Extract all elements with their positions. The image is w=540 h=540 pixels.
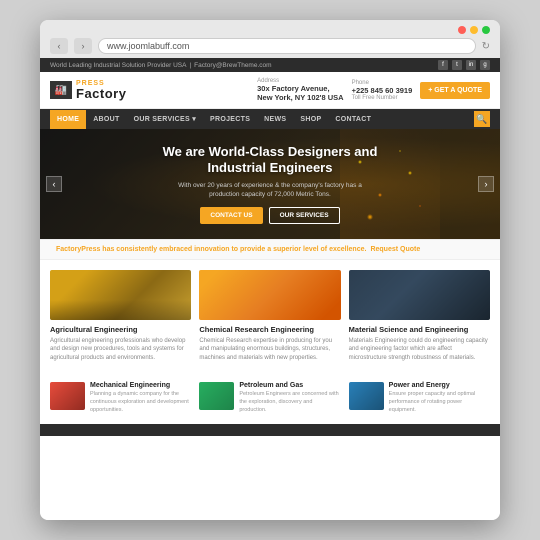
address-bar[interactable]: www.joomlabuff.com <box>98 38 476 54</box>
nav-item-contact[interactable]: CONTACT <box>328 110 378 129</box>
contact-us-button[interactable]: CONTACT US <box>200 207 262 224</box>
top-bar: World Leading Industrial Solution Provid… <box>40 58 500 72</box>
hero-subtitle: With over 20 years of experience & the c… <box>163 181 378 199</box>
mechanical-image <box>50 382 85 410</box>
service-card-chemical: Chemical Research Engineering Chemical R… <box>199 270 340 362</box>
mechanical-title: Mechanical Engineering <box>90 382 191 389</box>
hero-title: We are World-Class Designers andIndustri… <box>163 144 378 175</box>
topbar-separator: | <box>189 62 191 69</box>
back-button[interactable]: ‹ <box>50 38 68 54</box>
agricultural-image <box>50 270 191 320</box>
topbar-right: f t in g <box>438 60 490 70</box>
site-header: 🏭 Press Factory Address 30x Factory Aven… <box>40 72 500 109</box>
forward-button[interactable]: › <box>74 38 92 54</box>
info-bar-text: FactoryPress has consistently embraced i… <box>56 246 366 253</box>
hero-next-button[interactable]: › <box>478 176 494 192</box>
googleplus-icon[interactable]: g <box>480 60 490 70</box>
power-desc: Ensure proper capacity and optimal perfo… <box>389 391 490 414</box>
service-card-agricultural: Agricultural Engineering Agricultural en… <box>50 270 191 362</box>
logo-factory: Factory <box>76 87 126 100</box>
tollfree-label: Toll Free Number <box>352 95 398 101</box>
petroleum-desc: Petroleum Engineers are concerned with t… <box>239 391 340 414</box>
address-contact: Address 30x Factory Avenue, New York, NY… <box>257 78 343 102</box>
service-power: Power and Energy Ensure proper capacity … <box>349 382 490 414</box>
topbar-left: World Leading Industrial Solution Provid… <box>50 62 272 69</box>
agricultural-title: Agricultural Engineering <box>50 325 191 334</box>
site-navigation: HOME ABOUT OUR SERVICES ▾ PROJECTS NEWS … <box>40 109 500 129</box>
browser-window: ‹ › www.joomlabuff.com ↻ World Leading I… <box>40 20 500 520</box>
petroleum-title: Petroleum and Gas <box>239 382 340 389</box>
our-services-button[interactable]: OUR SERVICES <box>269 207 340 224</box>
footer-bar <box>40 424 500 436</box>
header-contact: Address 30x Factory Avenue, New York, NY… <box>257 78 490 102</box>
services-section: Agricultural Engineering Agricultural en… <box>40 260 500 382</box>
material-image <box>349 270 490 320</box>
service-mechanical: Mechanical Engineering Planning a dynami… <box>50 382 191 414</box>
chemical-image <box>199 270 340 320</box>
agricultural-desc: Agricultural engineering professionals w… <box>50 337 191 362</box>
hero-content: We are World-Class Designers andIndustri… <box>143 144 398 223</box>
power-image <box>349 382 384 410</box>
nav-item-home[interactable]: HOME <box>50 110 86 129</box>
logo-icon-symbol: 🏭 <box>55 85 67 96</box>
search-icon[interactable]: 🔍 <box>474 111 490 127</box>
website-content: World Leading Industrial Solution Provid… <box>40 58 500 520</box>
dot-yellow[interactable] <box>470 26 478 34</box>
logo-area: 🏭 Press Factory <box>50 80 126 100</box>
petroleum-text: Petroleum and Gas Petroleum Engineers ar… <box>239 382 340 414</box>
services-grid: Agricultural Engineering Agricultural en… <box>50 270 490 362</box>
request-quote-link[interactable]: Request Quote <box>370 246 420 253</box>
logo-icon: 🏭 <box>50 81 72 99</box>
chemical-title: Chemical Research Engineering <box>199 325 340 334</box>
chemical-desc: Chemical Research expertise in producing… <box>199 337 340 362</box>
logo-text: Press Factory <box>76 80 126 100</box>
topbar-email: Factory@BrewTheme.com <box>194 62 271 69</box>
linkedin-icon[interactable]: in <box>466 60 476 70</box>
power-text: Power and Energy Ensure proper capacity … <box>389 382 490 414</box>
nav-item-news[interactable]: NEWS <box>257 110 293 129</box>
service-petroleum: Petroleum and Gas Petroleum Engineers ar… <box>199 382 340 414</box>
hero-prev-button[interactable]: ‹ <box>46 176 62 192</box>
dot-red[interactable] <box>458 26 466 34</box>
material-title: Material Science and Engineering <box>349 325 490 334</box>
facebook-icon[interactable]: f <box>438 60 448 70</box>
address-line1: 30x Factory Avenue, <box>257 84 329 93</box>
phone-value: +225 845 60 3919 <box>352 86 413 95</box>
quote-button[interactable]: + GET A QUOTE <box>420 82 490 99</box>
info-bar: FactoryPress has consistently embraced i… <box>40 239 500 260</box>
mechanical-text: Mechanical Engineering Planning a dynami… <box>90 382 191 414</box>
bottom-services: Mechanical Engineering Planning a dynami… <box>40 382 500 424</box>
browser-chrome: ‹ › www.joomlabuff.com ↻ <box>40 20 500 58</box>
hero-buttons: CONTACT US OUR SERVICES <box>163 207 378 224</box>
service-card-material: Material Science and Engineering Materia… <box>349 270 490 362</box>
nav-item-services[interactable]: OUR SERVICES ▾ <box>127 109 203 129</box>
dot-green[interactable] <box>482 26 490 34</box>
refresh-button[interactable]: ↻ <box>482 41 490 52</box>
petroleum-image <box>199 382 234 410</box>
twitter-icon[interactable]: t <box>452 60 462 70</box>
nav-item-projects[interactable]: PROJECTS <box>203 110 257 129</box>
phone-contact: Phone +225 845 60 3919 Toll Free Number <box>352 80 413 101</box>
power-title: Power and Energy <box>389 382 490 389</box>
hero-section: ‹ We are World-Class Designers andIndust… <box>40 129 500 239</box>
topbar-provider-text: World Leading Industrial Solution Provid… <box>50 62 186 69</box>
nav-item-about[interactable]: ABOUT <box>86 110 126 129</box>
material-desc: Materials Engineering could do engineeri… <box>349 337 490 362</box>
browser-dots <box>50 26 490 34</box>
browser-toolbar: ‹ › www.joomlabuff.com ↻ <box>50 38 490 54</box>
address-line2: New York, NY 102'8 USA <box>257 93 343 102</box>
nav-item-shop[interactable]: SHOP <box>293 110 328 129</box>
mechanical-desc: Planning a dynamic company for the conti… <box>90 391 191 414</box>
